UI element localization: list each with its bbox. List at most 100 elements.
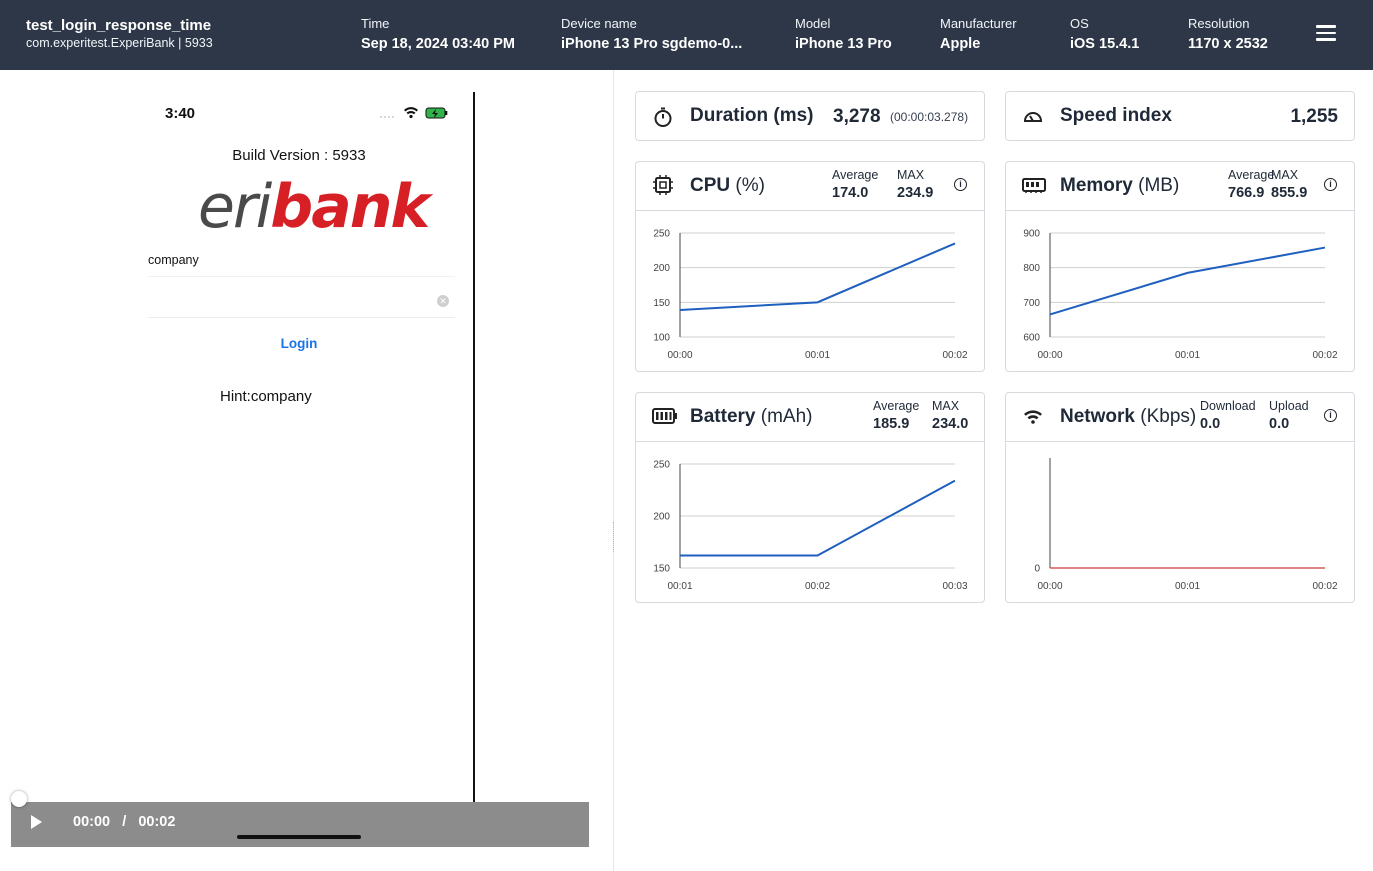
field-value: iOS 15.4.1	[1070, 36, 1140, 52]
memory-chart: 600 700 800 900 00:00 00:01 00:02	[1023, 229, 1338, 362]
wifi-icon	[1024, 410, 1042, 424]
hamburger-menu-icon[interactable]	[1316, 25, 1336, 43]
y-tick-label: 0	[1034, 564, 1040, 575]
series-line	[680, 479, 956, 557]
x-tick-label: 00:02	[1312, 350, 1337, 361]
playback-time: 00:00 / 00:02	[73, 814, 175, 830]
battery-average: Average 185.9	[873, 399, 920, 432]
y-tick-label: 900	[1023, 229, 1040, 240]
device-screen: 3:40 Build Version : 5933 eribank compan…	[140, 90, 458, 870]
build-version-label: Build Version : 5933	[232, 147, 366, 164]
x-tick-label: 00:02	[1312, 581, 1337, 592]
stopwatch-icon	[654, 107, 672, 127]
field-value: iPhone 13 Pro	[795, 36, 892, 52]
cpu-card: CPU (%) Average 174.0 MAX 234.9 i 100 150 20…	[635, 161, 985, 372]
memory-title: Memory (MB)	[1060, 175, 1180, 196]
playback-position-line	[473, 92, 475, 847]
header-field-os: OS iOS 15.4.1	[1070, 16, 1139, 54]
header-field-manufacturer: Manufacturer Apple	[940, 16, 1017, 54]
cpu-info-icon[interactable]: i	[954, 178, 967, 191]
memory-average: Average 766.9	[1228, 168, 1275, 201]
device-recording-pane: 3:40 Build Version : 5933 eribank compan…	[0, 70, 614, 871]
network-upload: Upload 0.0	[1269, 399, 1309, 432]
battery-title: Battery (mAh)	[690, 406, 813, 427]
cpu-title: CPU (%)	[690, 175, 765, 196]
y-tick-label: 100	[653, 333, 670, 344]
field-label: Time	[361, 16, 390, 31]
cpu-average: Average 174.0	[832, 168, 879, 201]
x-tick-label: 00:02	[942, 350, 967, 361]
header-field-model: Model iPhone 13 Pro	[795, 16, 892, 54]
cpu-max: MAX 234.9	[897, 168, 934, 201]
memory-max: MAX 855.9	[1271, 168, 1308, 201]
status-bar-time: 3:40	[165, 105, 196, 122]
x-tick-label: 00:01	[805, 350, 830, 361]
password-field[interactable]: ✕	[148, 288, 455, 318]
y-tick-label: 600	[1023, 333, 1040, 344]
field-value: Apple	[940, 36, 981, 52]
field-label: Resolution	[1188, 16, 1250, 31]
total-time: 00:02	[138, 814, 176, 830]
username-field[interactable]: company	[148, 253, 455, 277]
duration-title: Duration (ms)	[690, 105, 814, 126]
x-tick-label: 00:00	[667, 350, 692, 361]
network-info-icon[interactable]: i	[1324, 409, 1337, 422]
eribank-logo: eribank	[198, 172, 430, 242]
test-app-id: com.experitest.ExperiBank | 5933	[26, 36, 213, 50]
report-header: test_login_response_time com.experitest.…	[0, 0, 1373, 70]
battery-max: MAX 234.0	[932, 399, 969, 432]
y-tick-label: 700	[1023, 298, 1040, 309]
duration-value: 3,278	[833, 106, 881, 127]
header-field-device-name: Device name iPhone 13 Pro sgdemo-0...	[561, 16, 742, 54]
x-tick-label: 00:00	[1037, 581, 1062, 592]
network-chart: 0 00:00 00:01 00:02	[1034, 458, 1338, 592]
duration-card: Duration (ms) 3,278 (00:00:03.278)	[635, 91, 985, 141]
scrubber-handle[interactable]	[11, 791, 27, 807]
speed-index-title: Speed index	[1060, 105, 1172, 126]
y-tick-label: 250	[653, 229, 670, 240]
field-label: Manufacturer	[940, 16, 1017, 31]
y-tick-label: 150	[653, 298, 670, 309]
y-tick-label: 250	[653, 460, 670, 471]
cpu-chart: 100 150 200 250 00:00 00:01 00:02	[653, 229, 968, 362]
video-player-controls: 00:00 / 00:02	[11, 802, 589, 847]
series-line	[679, 242, 956, 311]
signal-dots-icon	[380, 116, 394, 118]
field-label: OS	[1070, 16, 1089, 31]
current-time: 00:00	[73, 814, 111, 830]
y-tick-label: 150	[653, 564, 670, 575]
play-icon[interactable]	[31, 815, 42, 829]
network-download: Download 0.0	[1200, 399, 1256, 432]
battery-status-icon	[425, 107, 448, 119]
field-value: 1170 x 2532	[1188, 36, 1268, 52]
memory-icon	[1022, 178, 1046, 193]
field-label: Device name	[561, 16, 637, 31]
x-tick-label: 00:01	[1175, 350, 1200, 361]
memory-card: Memory (MB) Average 766.9 MAX 855.9 i 600 7…	[1005, 161, 1355, 372]
login-button[interactable]: Login	[140, 336, 458, 351]
home-indicator	[237, 835, 361, 839]
clear-text-icon[interactable]: ✕	[437, 295, 449, 307]
y-tick-label: 200	[653, 512, 670, 523]
x-tick-label: 00:00	[1037, 350, 1062, 361]
pane-resize-handle[interactable]	[613, 522, 615, 552]
test-name: test_login_response_time	[26, 17, 212, 34]
wifi-status-icon	[404, 107, 418, 119]
battery-icon	[652, 408, 677, 424]
network-card: Network (Kbps) Download 0.0 Upload 0.0 i 0…	[1005, 392, 1355, 603]
field-value: Sep 18, 2024 03:40 PM	[361, 36, 515, 52]
header-field-time: Time Sep 18, 2024 03:40 PM	[361, 16, 515, 54]
speed-index-value: 1,255	[1290, 106, 1338, 127]
series-line	[1049, 246, 1326, 316]
memory-info-icon[interactable]: i	[1324, 178, 1337, 191]
header-field-resolution: Resolution 1170 x 2532	[1188, 16, 1268, 54]
hint-label: Hint:company	[220, 388, 312, 405]
battery-chart: 150 200 250 00:01 00:02 00:03	[653, 460, 968, 593]
x-tick-label: 00:01	[667, 581, 692, 592]
network-title: Network (Kbps)	[1060, 406, 1197, 427]
field-label: Model	[795, 16, 831, 31]
time-separator: /	[122, 814, 127, 830]
y-tick-label: 800	[1023, 263, 1040, 274]
chip-icon	[653, 175, 673, 195]
field-value: iPhone 13 Pro sgdemo-0...	[561, 36, 743, 52]
